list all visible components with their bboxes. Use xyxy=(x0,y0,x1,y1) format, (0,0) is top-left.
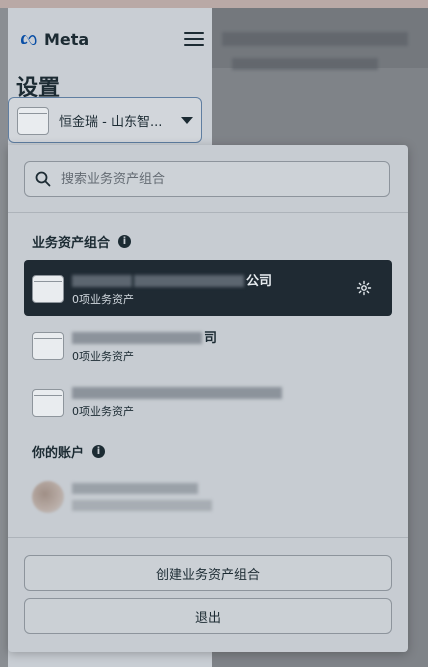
portfolio-item-3[interactable]: 0项业务资产 xyxy=(24,374,392,430)
redacted-text xyxy=(72,500,212,511)
brand-name: Meta xyxy=(44,30,90,49)
divider xyxy=(8,212,408,213)
portfolio-name: 公司 xyxy=(72,270,272,289)
portfolio-name-visible: 司 xyxy=(204,330,218,346)
search-icon xyxy=(35,171,51,187)
search-box[interactable] xyxy=(24,161,390,197)
info-icon[interactable]: i xyxy=(92,445,106,458)
portfolio-asset-count: 0项业务资产 xyxy=(72,404,134,418)
user-account-row[interactable] xyxy=(32,481,214,513)
account-selector-label: 恒金瑞 - 山东智... xyxy=(59,114,163,130)
portfolio-dropdown: 业务资产组合 i 公司 0项业务资产 司 0项业务资产 xyxy=(8,145,408,652)
divider xyxy=(8,537,408,538)
portfolios-section-header: 业务资产组合 i xyxy=(32,232,132,251)
gear-icon[interactable] xyxy=(356,280,372,296)
briefcase-icon xyxy=(32,272,64,304)
portfolios-section-title: 业务资产组合 xyxy=(32,236,111,251)
background-blurred-text xyxy=(222,32,408,46)
portfolio-asset-count: 0项业务资产 xyxy=(72,292,134,306)
meta-logo[interactable]: Meta xyxy=(20,30,89,49)
account-selector[interactable]: 恒金瑞 - 山东智... xyxy=(8,97,202,143)
info-icon[interactable]: i xyxy=(118,235,132,248)
portfolio-name xyxy=(72,386,284,401)
briefcase-icon xyxy=(32,329,64,361)
redacted-text xyxy=(72,483,198,494)
avatar xyxy=(32,481,64,513)
chevron-down-icon xyxy=(181,116,193,124)
redacted-text xyxy=(72,332,202,344)
redacted-text xyxy=(72,387,282,399)
briefcase-icon xyxy=(17,104,49,136)
create-portfolio-button[interactable]: 创建业务资产组合 xyxy=(24,555,392,591)
hamburger-menu-icon[interactable] xyxy=(184,32,204,48)
top-strip xyxy=(0,0,428,8)
accounts-section-title: 你的账户 xyxy=(32,446,85,461)
portfolio-item-2[interactable]: 司 0项业务资产 xyxy=(24,317,392,373)
logout-button[interactable]: 退出 xyxy=(24,598,392,634)
portfolio-name-visible: 公司 xyxy=(246,273,273,289)
portfolio-item-1[interactable]: 公司 0项业务资产 xyxy=(24,260,392,316)
accounts-section-header: 你的账户 i xyxy=(32,442,106,461)
background-blurred-text xyxy=(232,58,378,70)
briefcase-icon xyxy=(32,386,64,418)
search-input[interactable] xyxy=(59,170,363,188)
portfolio-name: 司 xyxy=(72,327,217,346)
redacted-text xyxy=(134,275,244,287)
redacted-text xyxy=(72,275,132,287)
meta-infinity-icon xyxy=(21,34,37,45)
portfolio-asset-count: 0项业务资产 xyxy=(72,349,134,363)
